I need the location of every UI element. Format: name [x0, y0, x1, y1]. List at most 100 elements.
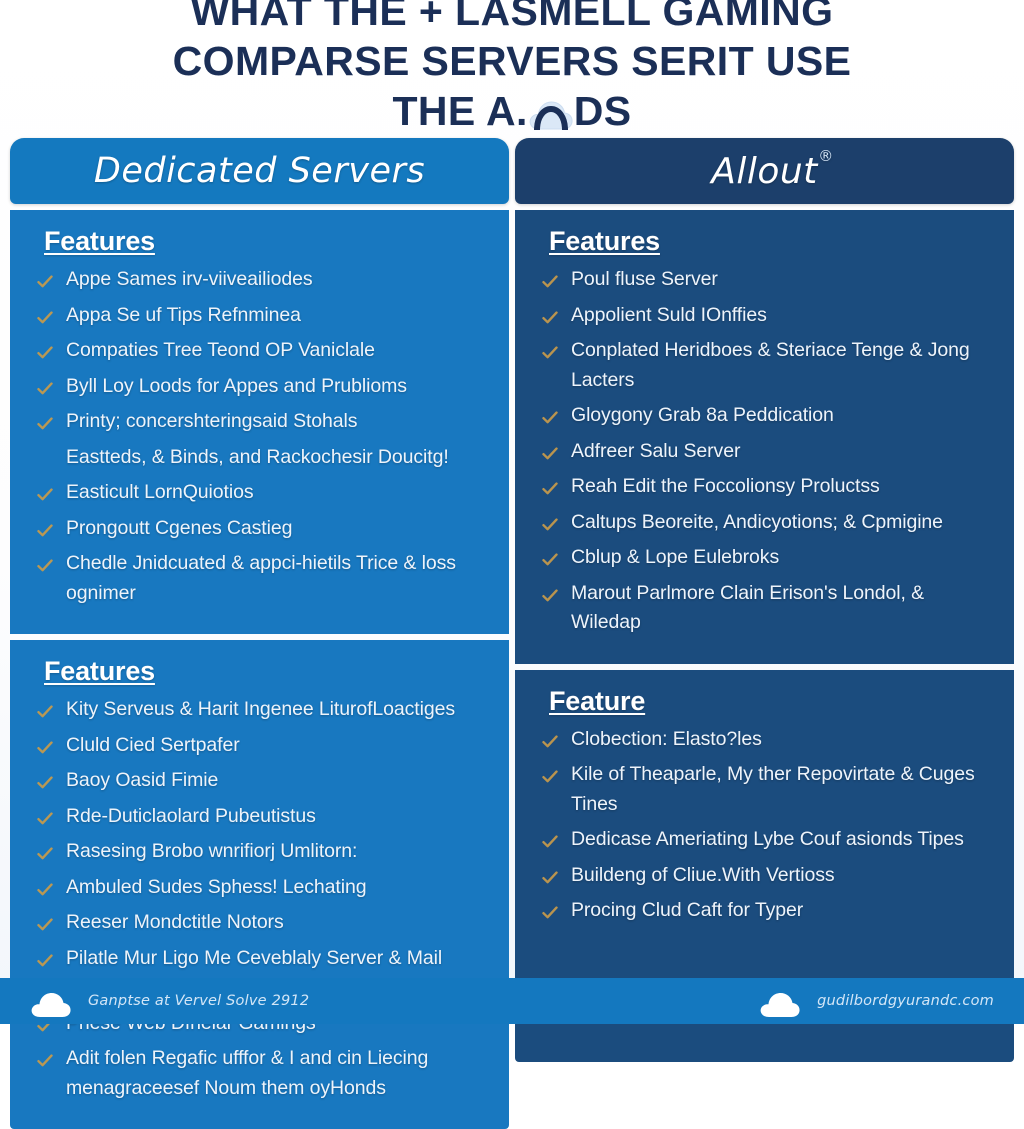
feature-item-label: Cblup & Lope Eulebroks	[571, 546, 780, 568]
feature-item-label: Byll Loy Loods for Appes and Prublioms	[66, 374, 407, 397]
feature-list-left-1: Appe Sames irv-viiveailiodes Appa Se uf T…	[32, 265, 487, 608]
feature-item: Reeser Mondctitle Notors	[32, 908, 487, 938]
feature-item-label: Clobection: Elasto?les	[571, 727, 762, 750]
feature-item-label: Eastteds, & Binds, and Rackochesir Douci…	[66, 445, 449, 468]
feature-item: Easticult LornQuiotios	[32, 478, 487, 508]
check-icon	[36, 772, 54, 790]
check-icon	[541, 867, 559, 885]
feature-item-label: Marout Parlmore Clain Erison's Londol, &…	[571, 581, 925, 634]
check-icon	[36, 555, 54, 573]
check-icon	[36, 914, 54, 932]
footer-bar: Ganptse at Vervel Solve 2912 gudilbordgy…	[0, 978, 1024, 1024]
check-icon	[36, 413, 54, 431]
feature-item: Procing Clud Caft for Typer	[537, 896, 992, 926]
feature-item: Byll Loy Loods for Appes and Prublioms	[32, 372, 487, 402]
feature-item: Ambuled Sudes Sphess! Lechating	[32, 873, 487, 903]
feature-item-label: Caltups Beoreite, Andicyotions; & Cpmigi…	[571, 510, 943, 533]
feature-item: Poul fluse Server	[537, 265, 992, 295]
feature-item-label: Chedle Jnidcuated & appci-hietils Trice …	[66, 552, 456, 604]
check-icon	[36, 484, 54, 502]
cloud-icon	[30, 990, 76, 1018]
feature-item: Kity Serveus & Harit Ingenee LiturofLoac…	[32, 695, 487, 725]
check-icon	[541, 731, 559, 749]
check-icon	[541, 585, 559, 603]
feature-list-right-1: Poul fluse Server Appolient Suld IOnffies…	[537, 265, 992, 638]
feature-item: Rde-Duticlaolard Pubeutistus	[32, 802, 487, 832]
cloud-icon	[528, 97, 574, 131]
feature-item: Chedle Jnidcuated & appci-hietils Trice …	[32, 549, 487, 608]
feature-item: Reah Edit the Foccolionsy Proluctss	[537, 472, 992, 502]
check-icon	[36, 1050, 54, 1068]
registered-trademark-icon: ®	[818, 146, 834, 165]
feature-item-label: Baoy Oasid Fimie	[66, 769, 219, 791]
panel-left-section-2: Features Kity Serveus & Harit Ingenee Li…	[10, 640, 509, 1129]
feature-item: Dedicase Ameriating Lybe Couf asionds Ti…	[537, 825, 992, 855]
panel-header-right[interactable]: Allout ®	[515, 138, 1014, 204]
check-icon	[541, 342, 559, 360]
feature-item-label: Kity Serveus & Harit Ingenee LiturofLoac…	[66, 698, 455, 720]
feature-item-label: Appolient Suld IOnffies	[571, 303, 767, 326]
check-icon	[541, 549, 559, 567]
title-line-2: COMPARSE SERVERS SERIT USE	[172, 38, 852, 84]
title-line-3-before: THE A.	[392, 88, 528, 134]
feature-item: Baoy Oasid Fimie	[32, 766, 487, 796]
feature-item-label: Procing Clud Caft for Typer	[571, 899, 804, 921]
feature-item: Printy; concershteringsaid Stohals	[32, 407, 487, 437]
feature-item-label: Conplated Heridboes & Steriace Tenge & J…	[571, 339, 970, 391]
feature-item: Marout Parlmore Clain Erison's Londol, &…	[537, 579, 992, 638]
check-icon	[36, 808, 54, 826]
check-icon	[541, 766, 559, 784]
feature-item: Appolient Suld IOnffies	[537, 301, 992, 331]
feature-list-right-2: Clobection: Elasto?les Kile of Theaparle,…	[537, 725, 992, 926]
feature-item: Adit folen Regafic ufffor & I and cin Li…	[32, 1044, 487, 1103]
feature-item-label: Dedicase Ameriating Lybe Couf asionds Ti…	[571, 828, 964, 850]
feature-item-label: Compaties Tree Teond OP Vaniclale	[66, 339, 375, 361]
feature-item: Rasesing Brobo wnrifiorj Umlitorn:	[32, 837, 487, 867]
check-icon	[36, 879, 54, 897]
check-icon	[36, 378, 54, 396]
panel-header-right-title: Allout ®	[711, 147, 833, 192]
feature-item-label: Rde-Duticlaolard Pubeutistus	[66, 804, 316, 827]
feature-item: Cluld Cied Sertpafer	[32, 731, 487, 761]
feature-item: Cblup & Lope Eulebroks	[537, 543, 992, 573]
feature-item-label: Rasesing Brobo wnrifiorj Umlitorn:	[66, 840, 358, 862]
check-icon	[541, 478, 559, 496]
title-line-3: THE A. DS	[40, 86, 984, 136]
check-icon	[541, 902, 559, 920]
feature-item-label: Buildeng of Cliue.With Vertioss	[571, 863, 835, 886]
feature-item: Adfreer Salu Server	[537, 437, 992, 467]
feature-item: Prongoutt Cgenes Castieg	[32, 514, 487, 544]
feature-item: Gloygony Grab 8a Peddication	[537, 401, 992, 431]
footer-left: Ganptse at Vervel Solve 2912	[30, 987, 310, 1018]
check-icon	[36, 307, 54, 325]
feature-item-label: Adit folen Regafic ufffor & I and cin Li…	[66, 1047, 429, 1099]
footer-right-text[interactable]: gudilbordgyurandc.com	[817, 993, 994, 1009]
feature-item-label: Kile of Theaparle, My ther Repovirtate &…	[571, 763, 975, 815]
feature-item-label: Printy; concershteringsaid Stohals	[66, 410, 358, 432]
panel-right-section-1: Features Poul fluse Server Appolient Suld…	[515, 210, 1014, 664]
page-title: WHAT THE + LASMELL GAMING COMPARSE SERVE…	[0, 0, 1024, 136]
check-icon	[36, 950, 54, 968]
section-title-right-1: Features	[549, 226, 660, 256]
check-icon	[36, 737, 54, 755]
check-icon	[36, 342, 54, 360]
check-icon	[36, 701, 54, 719]
feature-item-label: Easticult LornQuiotios	[66, 481, 254, 503]
feature-item: Eastteds, & Binds, and Rackochesir Douci…	[32, 443, 487, 473]
panel-header-left-title: Dedicated Servers	[93, 151, 426, 191]
feature-item: Appa Se uf Tips Refnminea	[32, 301, 487, 331]
feature-item: Appe Sames irv-viiveailiodes	[32, 265, 487, 295]
feature-item-label: Reeser Mondctitle Notors	[66, 911, 284, 933]
section-title-left-2: Features	[44, 656, 155, 686]
feature-item-label: Appa Se uf Tips Refnminea	[66, 303, 301, 326]
panel-left-section-1: Features Appe Sames irv-viiveailiodes App…	[10, 210, 509, 634]
infographic-page: WHAT THE + LASMELL GAMING COMPARSE SERVE…	[0, 0, 1024, 1129]
feature-item: Caltups Beoreite, Andicyotions; & Cpmigi…	[537, 508, 992, 538]
footer-left-text: Ganptse at Vervel Solve 2912	[88, 993, 310, 1009]
feature-item-label: Prongoutt Cgenes Castieg	[66, 516, 293, 539]
feature-item-label: Appe Sames irv-viiveailiodes	[66, 268, 313, 290]
check-icon	[541, 271, 559, 289]
footer-right: gudilbordgyurandc.com	[759, 987, 994, 1017]
check-icon	[541, 831, 559, 849]
panel-header-left[interactable]: Dedicated Servers	[10, 138, 509, 204]
